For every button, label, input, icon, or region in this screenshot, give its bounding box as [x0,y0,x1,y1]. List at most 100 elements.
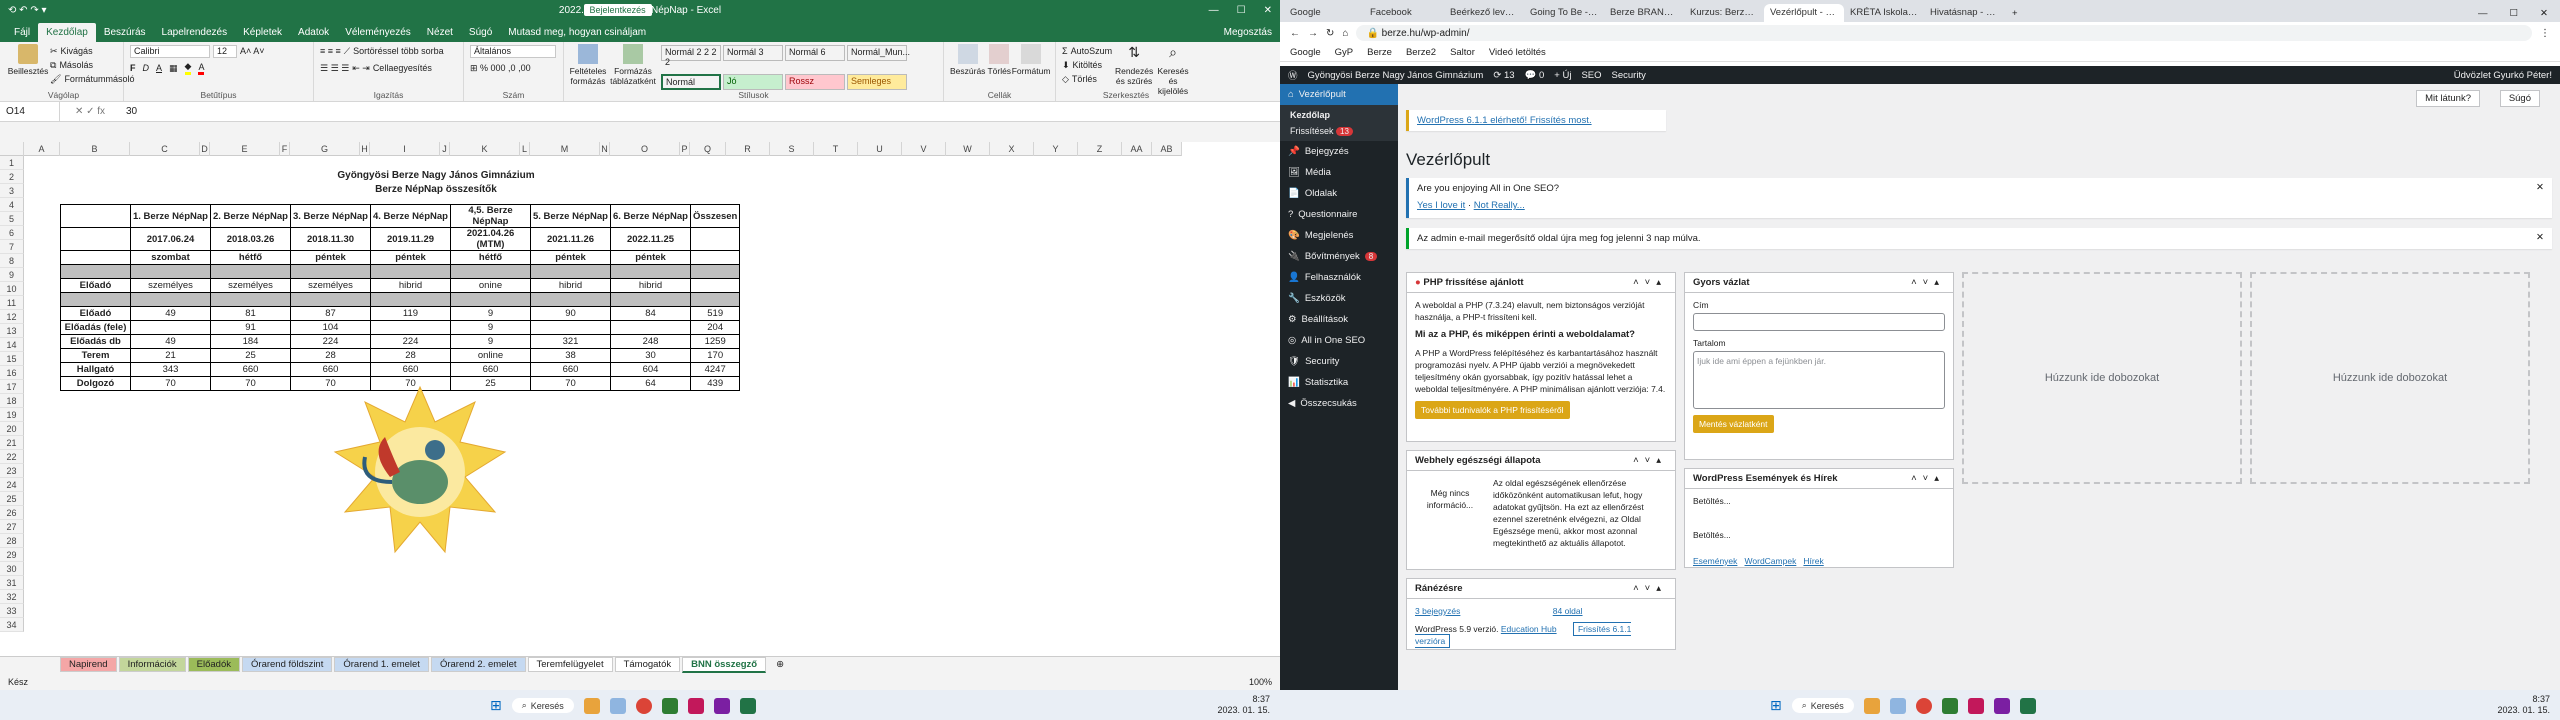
taskbar-search[interactable]: ⌕ Keresés [511,698,574,713]
sidebar-item[interactable]: 🖼 Média [1280,162,1398,183]
browser-tab[interactable]: Hivatásnap - ahol kp [1924,4,2004,22]
align-left-icon[interactable]: ☰ ☰ ☰ [320,63,349,74]
row-header[interactable]: 26 [0,506,24,520]
clock-right[interactable]: 8:37 2023. 01. 15. [2497,694,2550,716]
share-button[interactable]: Megosztás [1216,23,1280,42]
table-cell[interactable]: 104 [290,320,371,335]
table-cell[interactable]: 660 [530,362,611,377]
column-header[interactable]: W [946,142,990,156]
row-header[interactable]: 27 [0,520,24,534]
back-icon[interactable]: ← [1290,28,1300,39]
table-cell[interactable]: 91 [210,320,291,335]
column-header[interactable]: U [858,142,902,156]
box-arrows-icon[interactable]: ˄˅▴ [1633,277,1667,288]
column-header[interactable]: D [200,142,210,156]
table-cell[interactable]: 9 [450,334,531,349]
table-cell[interactable]: 9 [450,320,531,335]
table-cell[interactable]: 4. Berze NépNap [370,204,451,228]
tab-data[interactable]: Adatok [290,23,337,42]
bookmark-item[interactable]: GyP [1335,47,1353,58]
style-normal-2222[interactable]: Normál 2 2 2 2 [661,45,721,67]
chrome-icon-2[interactable] [1915,697,1932,714]
sheet-tab[interactable]: Előadók [187,657,241,672]
column-header[interactable]: C [130,142,200,156]
table-cell[interactable] [530,292,611,307]
table-cell[interactable]: 6. Berze NépNap [610,204,691,228]
select-all-corner[interactable] [0,142,24,156]
howdy-user[interactable]: Üdvözlet Gyurkó Péter! [2454,70,2552,81]
row-header[interactable]: 20 [0,422,24,436]
table-cell[interactable]: 321 [530,334,611,349]
italic-icon[interactable]: D [143,63,150,73]
row-header[interactable]: 11 [0,296,24,310]
table-cell[interactable]: hibrid [370,278,451,293]
home-icon[interactable]: ⌂ [1342,28,1348,39]
table-cell[interactable]: Előadás db [60,334,131,349]
table-cell[interactable]: 660 [450,362,531,377]
align-top-icon[interactable]: ≡ ≡ ≡ [320,46,341,56]
wrap-text-button[interactable]: Sortöréssel több sorba [353,46,444,56]
table-cell[interactable]: 170 [689,348,741,363]
column-header[interactable]: B [60,142,130,156]
bookmark-item[interactable]: Videó letöltés [1489,47,1546,58]
events-arrows-icon[interactable]: ˄˅▴ [1911,473,1945,484]
minimize-icon[interactable]: — [1209,5,1219,16]
table-cell[interactable] [689,278,741,293]
dismiss-email-icon[interactable]: ✕ [2536,232,2544,243]
table-cell[interactable]: 81 [210,306,291,321]
column-header[interactable]: AB [1152,142,1182,156]
table-cell[interactable] [610,292,691,307]
underline-icon[interactable]: A [156,63,162,73]
table-cell[interactable] [130,320,211,335]
sheet-tab[interactable]: Teremfelügyelet [527,657,613,672]
row-header[interactable]: 14 [0,338,24,352]
sheet-tab[interactable]: Napirend [60,657,117,672]
column-header[interactable]: A [24,142,60,156]
table-cell[interactable]: 2022.11.25 [610,227,691,251]
table-cell[interactable]: 28 [290,348,371,363]
format-painter-button[interactable]: 🖌 Formátummásoló [50,72,134,86]
column-header[interactable]: E [210,142,280,156]
column-header[interactable]: L [520,142,530,156]
column-header[interactable]: F [280,142,290,156]
table-cell[interactable]: 9 [450,306,531,321]
sidebar-item[interactable]: ◀ Összecsukás [1280,393,1398,414]
row-header[interactable]: 12 [0,310,24,324]
row-header[interactable]: 25 [0,492,24,506]
table-cell[interactable]: 1. Berze NépNap [130,204,211,228]
table-cell[interactable]: személyes [290,278,371,293]
draft-content-textarea[interactable]: Ijuk ide ami éppen a fejünkben jár. [1693,351,1945,409]
sidebar-item[interactable]: 🔌 Bővítmények 8 [1280,246,1398,267]
browser-tab[interactable]: Facebook [1364,4,1444,22]
table-cell[interactable] [210,264,291,279]
table-cell[interactable] [60,204,131,228]
table-cell[interactable]: 90 [530,306,611,321]
sidebar-item[interactable]: ◎ All in One SEO [1280,330,1398,351]
extensions-icon[interactable]: ⋮ [2540,28,2550,39]
row-header[interactable]: 29 [0,548,24,562]
table-cell[interactable]: 4,5. Berze NépNap [450,204,531,228]
table-cell[interactable]: péntek [530,250,611,265]
column-header[interactable]: G [290,142,360,156]
font-color-icon[interactable]: A [198,62,205,75]
row-header[interactable]: 30 [0,562,24,576]
table-cell[interactable]: 70 [530,376,611,391]
table-cell[interactable] [210,292,291,307]
table-cell[interactable]: 49 [130,306,211,321]
sidebar-item[interactable]: 👤 Felhasználók [1280,267,1398,288]
column-header[interactable]: N [600,142,610,156]
table-cell[interactable]: 119 [370,306,451,321]
table-cell[interactable]: 3. Berze NépNap [290,204,371,228]
tab-view[interactable]: Nézet [419,23,461,42]
table-cell[interactable] [370,320,451,335]
table-cell[interactable] [290,292,371,307]
sidebar-item[interactable]: 🎨 Megjelenés [1280,225,1398,246]
clear-button[interactable]: ◇ Törlés [1062,72,1112,86]
signin-button[interactable]: Bejelentkezés [583,4,652,16]
row-header[interactable]: 32 [0,590,24,604]
folder-icon[interactable] [583,697,600,714]
new-tab-icon[interactable]: + [2004,5,2026,22]
table-cell[interactable]: 660 [370,362,451,377]
maximize-icon[interactable]: ☐ [1237,5,1246,16]
seo-link[interactable]: SEO [1581,70,1601,81]
